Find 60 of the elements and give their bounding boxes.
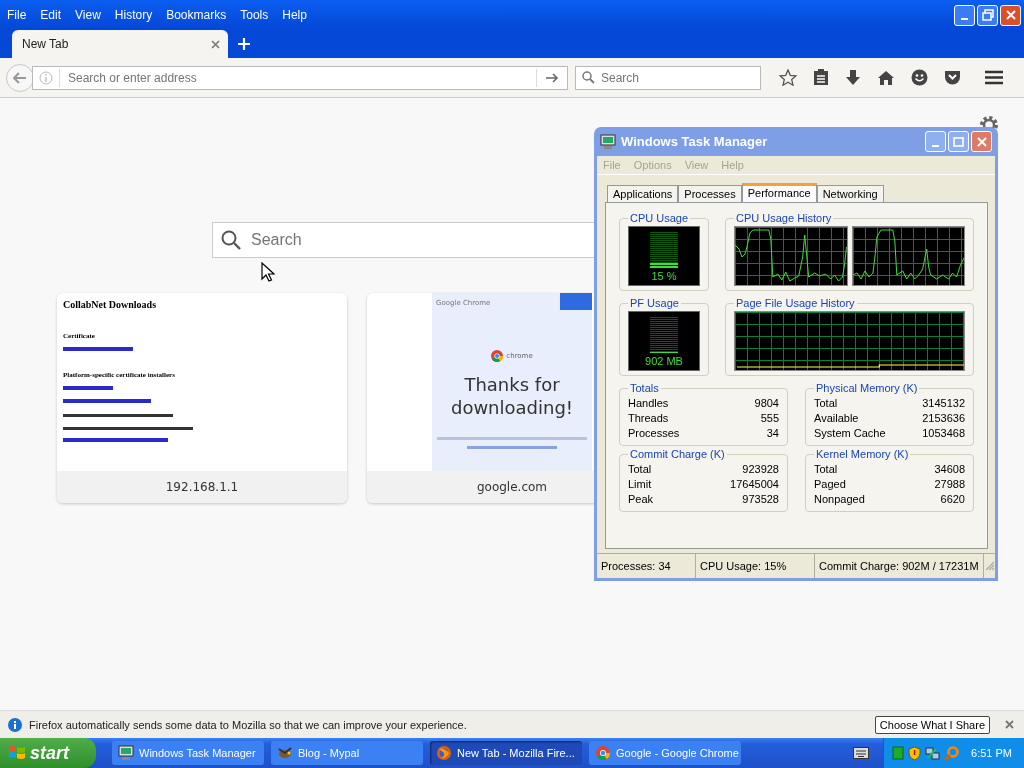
taskbar-button[interactable]: Google - Google Chrome (589, 741, 741, 765)
window-title: Windows Task Manager (621, 134, 769, 149)
stat-value: 3145132 (922, 396, 965, 411)
meter-reading: 15 % (651, 270, 677, 282)
group-title: CPU Usage (629, 212, 690, 224)
tab[interactable]: Processes (678, 185, 742, 202)
stat-label: Available (814, 411, 859, 426)
stat-label: System Cache (814, 426, 886, 441)
stat-value: 1053468 (922, 426, 965, 441)
taskbar-button[interactable]: Windows Task Manager (112, 741, 264, 765)
stat-value: 555 (760, 411, 779, 426)
status-text: Commit Charge: 902M / 17231M (815, 554, 984, 578)
stat-label: Limit (628, 477, 652, 492)
menu-item[interactable]: File (7, 8, 27, 22)
menu-item[interactable]: History (114, 8, 153, 22)
tab[interactable]: Networking (816, 185, 884, 202)
stat-value: 9804 (754, 396, 779, 411)
taskbar-button[interactable]: Blog - Mypal (271, 741, 423, 765)
stat-value: 923928 (742, 462, 779, 477)
stat-value: 973528 (742, 492, 779, 507)
browser-tab[interactable]: New Tab (12, 30, 228, 58)
menu-item[interactable]: View (75, 8, 101, 22)
address-bar[interactable]: Search or enter address (32, 65, 568, 90)
group-title: Totals (629, 382, 660, 394)
choose-button[interactable]: Choose What I Share (874, 715, 990, 734)
search-field[interactable]: Search (599, 69, 760, 86)
stat-value: 34 (766, 426, 779, 441)
page-headline: Thanks for downloading! (449, 374, 575, 419)
menu-item[interactable]: Help (282, 8, 307, 22)
address-field[interactable]: Search or enter address (66, 69, 530, 86)
tab[interactable]: Applications (607, 185, 679, 202)
tab-title: New Tab (22, 37, 70, 51)
clock: 6:51 PM (971, 747, 1012, 759)
notification-message: Firefox automatically sends some data to Mozilla so that we can improve your experience. (29, 718, 468, 731)
stat-label: Paged (814, 477, 846, 492)
tab[interactable]: Performance (741, 183, 817, 202)
start-label: start (30, 742, 69, 764)
group-title: CPU Usage History (735, 212, 833, 224)
status-text: Processes: 34 (597, 554, 696, 578)
group-title: Page File Usage History (735, 297, 856, 309)
stat-value: 27988 (934, 477, 965, 492)
menu-item[interactable]: Edit (40, 8, 62, 22)
stat-value: 6620 (940, 492, 965, 507)
group-title: Physical Memory (K) (815, 382, 919, 394)
status-text: CPU Usage: 15% (696, 554, 815, 578)
stat-label: Total (814, 396, 838, 411)
stat-value: 34608 (934, 462, 965, 477)
stat-value: 2153636 (922, 411, 965, 426)
start-button[interactable]: start (0, 738, 96, 768)
menu-item[interactable]: Bookmarks (166, 8, 227, 22)
taskbar-button[interactable]: New Tab - Mozilla Fire... (430, 741, 582, 765)
stat-value: 17645004 (730, 477, 779, 492)
page-heading: CollabNet Downloads (63, 299, 157, 310)
tile-title: 192.168.1.1 (57, 471, 347, 503)
search-bar[interactable]: Search (575, 65, 761, 90)
search-field[interactable]: Search (249, 230, 811, 250)
stat-label: Nonpaged (814, 492, 865, 507)
group-title: Kernel Memory (K) (815, 448, 910, 460)
stat-label: Total (814, 462, 838, 477)
menu-item[interactable]: Tools (240, 8, 269, 22)
